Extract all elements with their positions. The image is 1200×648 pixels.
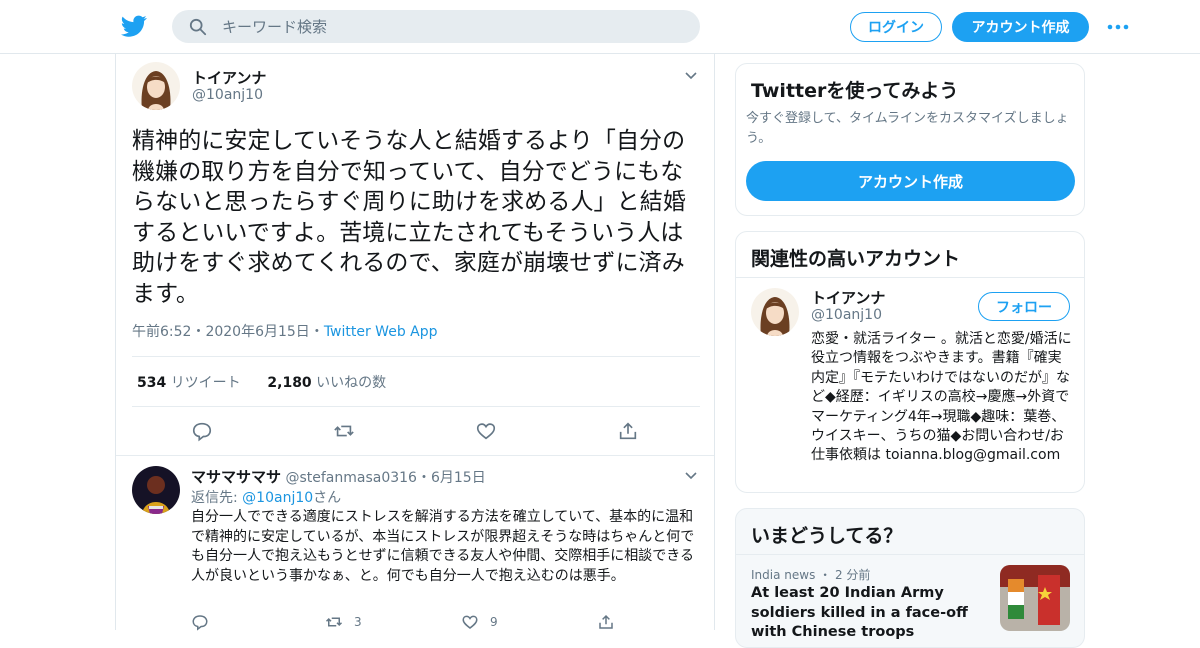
avatar-illustration xyxy=(132,62,180,110)
trend-thumbnail[interactable] xyxy=(1000,565,1070,631)
signup-button[interactable]: アカウント作成 xyxy=(952,12,1089,42)
search-icon xyxy=(189,18,207,36)
like-count: 2,180 xyxy=(267,375,312,391)
divider xyxy=(116,455,714,456)
retweet-count: 534 xyxy=(137,375,167,391)
login-button[interactable]: ログイン xyxy=(850,12,942,42)
reply-icon[interactable] xyxy=(191,613,209,631)
search-input[interactable] xyxy=(222,10,682,43)
like-heart-icon[interactable] xyxy=(461,613,479,631)
share-icon[interactable] xyxy=(617,420,639,442)
search-box[interactable] xyxy=(172,10,700,43)
reply-to-suffix: さん xyxy=(313,490,342,506)
tweet-time[interactable]: 午前6:52 xyxy=(132,324,191,340)
divider xyxy=(736,277,1084,278)
trend-image xyxy=(1000,565,1070,631)
related-account-name[interactable]: トイアンナ xyxy=(811,287,885,308)
meta-separator: ・ xyxy=(191,324,206,340)
reply-header: マサマサマサ @stefanmasa0316・6月15日 xyxy=(191,466,486,487)
trend-source: India news ・ 2 分前 xyxy=(751,568,871,582)
reply-date[interactable]: 6月15日 xyxy=(431,470,486,486)
chevron-down-icon[interactable] xyxy=(684,70,698,80)
tweet-date[interactable]: 2020年6月15日 xyxy=(205,324,309,340)
whats-happening-card: いまどうしてる？ India news ・ 2 分前 At least 20 I… xyxy=(735,508,1085,648)
retweet-icon[interactable] xyxy=(333,420,355,442)
avatar-illustration xyxy=(751,288,799,336)
reply-to-prefix: 返信先: xyxy=(191,490,243,506)
related-accounts-card: 関連性の高いアカウント トイアンナ @10anj10 フォロー 恋愛・就活ライタ… xyxy=(735,231,1085,493)
whats-happening-title: いまどうしてる？ xyxy=(751,525,903,547)
reply-author-handle[interactable]: @stefanmasa0316 xyxy=(285,470,417,486)
related-accounts-title: 関連性の高いアカウント xyxy=(751,248,961,270)
reply-like-count: 9 xyxy=(490,615,498,629)
reply-to-handle-link[interactable]: @10anj10 xyxy=(242,490,313,506)
trend-headline[interactable]: At least 20 Indian Army soldiers killed … xyxy=(751,584,991,643)
reply-author-name[interactable]: マサマサマサ xyxy=(191,468,281,486)
tweet-source-link[interactable]: Twitter Web App xyxy=(324,324,438,340)
divider xyxy=(132,406,700,407)
twitter-bird-icon[interactable] xyxy=(120,13,148,39)
signup-prompt-card: Twitterを使ってみよう 今すぐ登録して、タイムラインをカスタマイズしましょ… xyxy=(735,63,1085,216)
tweet-column: トイアンナ @10anj10 精神的に安定していそうな人と結婚するより「自分の機… xyxy=(115,54,715,631)
signup-prompt-button[interactable]: アカウント作成 xyxy=(746,161,1075,201)
reply-retweet-count: 3 xyxy=(354,615,362,629)
reply-avatar[interactable] xyxy=(132,466,180,514)
tweet-text: 精神的に安定していそうな人と結婚するより「自分の機嫌の取り方を自分で知っていて、… xyxy=(132,128,686,307)
follow-button[interactable]: フォロー xyxy=(978,292,1070,321)
author-handle[interactable]: @10anj10 xyxy=(192,87,263,103)
reply-to-line: 返信先: @10anj10さん xyxy=(191,487,341,507)
meta-separator: ・ xyxy=(416,470,431,486)
signup-prompt-subtitle: 今すぐ登録して、タイムラインをカスタマイズしましょう。 xyxy=(746,111,1069,146)
avatar-illustration xyxy=(132,466,180,514)
divider xyxy=(132,356,700,357)
reply-text: 自分一人でできる適度にストレスを解消する方法を確立していて、基本的に温和で精神的… xyxy=(191,509,695,584)
share-icon[interactable] xyxy=(597,613,615,631)
top-bar: ログイン アカウント作成 xyxy=(0,0,1200,54)
like-heart-icon[interactable] xyxy=(475,420,497,442)
related-account-avatar[interactable] xyxy=(751,288,799,336)
divider xyxy=(736,554,1084,555)
like-label: いいねの数 xyxy=(316,375,387,391)
avatar[interactable] xyxy=(132,62,180,110)
tweet-meta: 午前6:52・2020年6月15日・Twitter Web App xyxy=(132,321,438,341)
retweet-icon[interactable] xyxy=(325,613,343,631)
like-stat[interactable]: 2,180 いいねの数 xyxy=(267,375,386,391)
retweet-label: リツイート xyxy=(170,375,241,391)
retweet-stat[interactable]: 534 リツイート xyxy=(137,375,241,391)
related-account-handle[interactable]: @10anj10 xyxy=(811,307,882,323)
meta-separator: ・ xyxy=(309,324,324,340)
reply-icon[interactable] xyxy=(191,420,213,442)
related-account-bio: 恋愛・就活ライター 。就活と恋愛/婚活に役立つ情報をつぶやきます。書籍『確実内定… xyxy=(811,331,1072,464)
author-name[interactable]: トイアンナ xyxy=(192,67,266,88)
more-options-icon[interactable] xyxy=(1106,22,1130,32)
signup-prompt-title: Twitterを使ってみよう xyxy=(751,80,959,102)
chevron-down-icon[interactable] xyxy=(684,470,698,480)
tweet-stats: 534 リツイート 2,180 いいねの数 xyxy=(137,372,386,392)
